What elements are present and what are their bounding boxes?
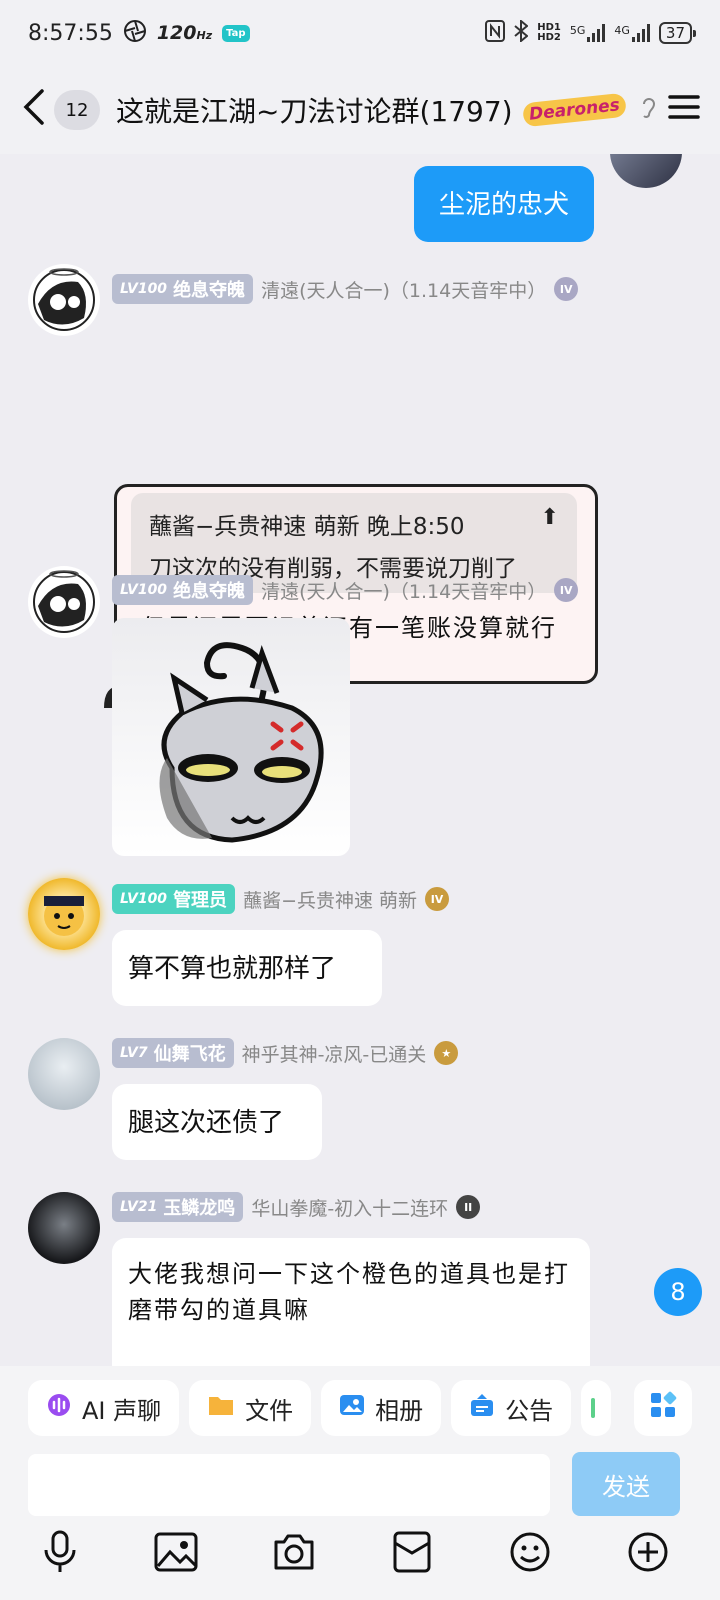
bluetooth-icon	[514, 18, 529, 46]
message-bubble[interactable]: 腿这次还债了	[112, 1084, 322, 1160]
avatar[interactable]	[28, 1038, 100, 1110]
refresh-rate: 120Hz	[156, 22, 213, 44]
avatar[interactable]	[28, 878, 100, 950]
message-list[interactable]: 尘泥的忠犬 LV100 绝息夺魄 清遠(天人合一)（1.14天音牢中） IV 蘸酱…	[0, 154, 720, 1366]
sticker-image[interactable]	[112, 618, 350, 856]
microphone-icon[interactable]	[36, 1528, 84, 1576]
member-title: 华山拳魔-初入十二连环	[251, 1197, 449, 1220]
ear-icon[interactable]	[640, 94, 658, 126]
chevron-left-icon[interactable]	[20, 87, 54, 134]
level-badge: LV100 绝息夺魄	[112, 575, 254, 605]
bottom-toolbar	[0, 1530, 720, 1600]
admin-level-badge: LV100 管理员	[112, 884, 236, 914]
more-actions-chip[interactable]	[581, 1380, 612, 1436]
ai-voice-icon	[46, 1392, 72, 1424]
rank-medal-icon: IV	[554, 578, 579, 602]
album-button[interactable]: 相册	[321, 1380, 442, 1436]
notice-icon	[469, 1392, 495, 1424]
my-avatar[interactable]	[610, 154, 682, 188]
emoji-icon[interactable]	[506, 1528, 554, 1576]
folder-icon	[207, 1393, 235, 1423]
member-title: 神乎其神-凉风-已通关	[241, 1043, 427, 1066]
group-badge: Dearones	[521, 92, 627, 128]
my-message-bubble[interactable]: 尘泥的忠犬	[414, 166, 594, 242]
image-icon[interactable]	[152, 1528, 200, 1576]
album-icon	[339, 1393, 365, 1423]
level-badge: LV21 玉鳞龙鸣	[112, 1192, 244, 1222]
new-messages-badge[interactable]: 8	[654, 1268, 702, 1316]
rank-medal-icon: II	[456, 1195, 481, 1219]
member-title: 蘸酱−兵贵神速 萌新	[243, 889, 418, 912]
status-time: 8:57:55	[28, 20, 113, 46]
level-badge: LV100 绝息夺魄	[112, 274, 254, 304]
rank-medal-icon: ★	[434, 1041, 459, 1065]
nfc-icon	[485, 20, 506, 46]
page-title[interactable]: 这就是江湖~刀法讨论群(1797)	[116, 90, 513, 130]
apps-grid-button[interactable]	[634, 1380, 692, 1436]
status-bar: 8:57:55 120Hz Tap HD1 HD2 5G 4G 37	[0, 0, 720, 66]
plus-icon[interactable]	[624, 1528, 672, 1576]
message-bubble[interactable]: 算不算也就那样了	[112, 930, 382, 1006]
sender-meta: LV100 绝息夺魄 清遠(天人合一)（1.14天音牢中） IV	[112, 575, 579, 605]
jump-up-icon[interactable]: ⬆	[541, 505, 559, 530]
tap-app-icon: Tap	[222, 24, 250, 42]
unread-count-badge[interactable]: 12	[54, 90, 100, 130]
hd-icon: HD1 HD2	[537, 22, 561, 43]
input-panel: AI 声聊 文件 相册 公告 发送	[0, 1366, 720, 1556]
message-bubble[interactable]: 大佬我想问一下这个橙色的道具也是打磨带勾的道具嘛	[112, 1238, 590, 1366]
quick-actions: AI 声聊 文件 相册 公告	[28, 1380, 612, 1436]
sender-meta: LV21 玉鳞龙鸣 华山拳魔-初入十二连环 II	[112, 1192, 481, 1222]
sender-meta: LV100 绝息夺魄 清遠(天人合一)（1.14天音牢中） IV	[112, 274, 579, 304]
avatar[interactable]	[28, 1192, 100, 1264]
file-button[interactable]: 文件	[189, 1380, 312, 1436]
notice-button[interactable]: 公告	[451, 1380, 572, 1436]
battery-icon: 37	[658, 22, 697, 44]
hamburger-icon[interactable]	[668, 93, 700, 127]
rank-medal-icon: IV	[425, 887, 450, 911]
message-input[interactable]	[28, 1454, 550, 1516]
signal-4g-icon: 4G	[614, 24, 650, 42]
chat-header: 12 这就是江湖~刀法讨论群(1797) Dearones	[0, 66, 720, 154]
quoted-author: 蘸酱−兵贵神速 萌新 晚上8:50	[149, 514, 465, 540]
rank-medal-icon: IV	[554, 277, 579, 301]
ai-voice-chat-button[interactable]: AI 声聊	[28, 1380, 180, 1436]
aperture-icon	[123, 19, 147, 48]
apps-grid-icon	[649, 1391, 677, 1425]
signal-5g-icon: 5G	[570, 24, 606, 42]
red-packet-icon[interactable]	[388, 1528, 436, 1576]
member-title: 清遠(天人合一)（1.14天音牢中）	[261, 580, 547, 603]
send-button[interactable]: 发送	[572, 1452, 680, 1516]
sender-meta: LV100 管理员 蘸酱−兵贵神速 萌新 IV	[112, 884, 450, 914]
avatar[interactable]	[28, 566, 100, 638]
sender-meta: LV7 仙舞飞花 神乎其神-凉风-已通关 ★	[112, 1038, 459, 1068]
camera-icon[interactable]	[270, 1528, 318, 1576]
level-badge: LV7 仙舞飞花	[112, 1038, 234, 1068]
avatar[interactable]	[28, 264, 100, 336]
member-title: 清遠(天人合一)（1.14天音牢中）	[261, 279, 547, 302]
